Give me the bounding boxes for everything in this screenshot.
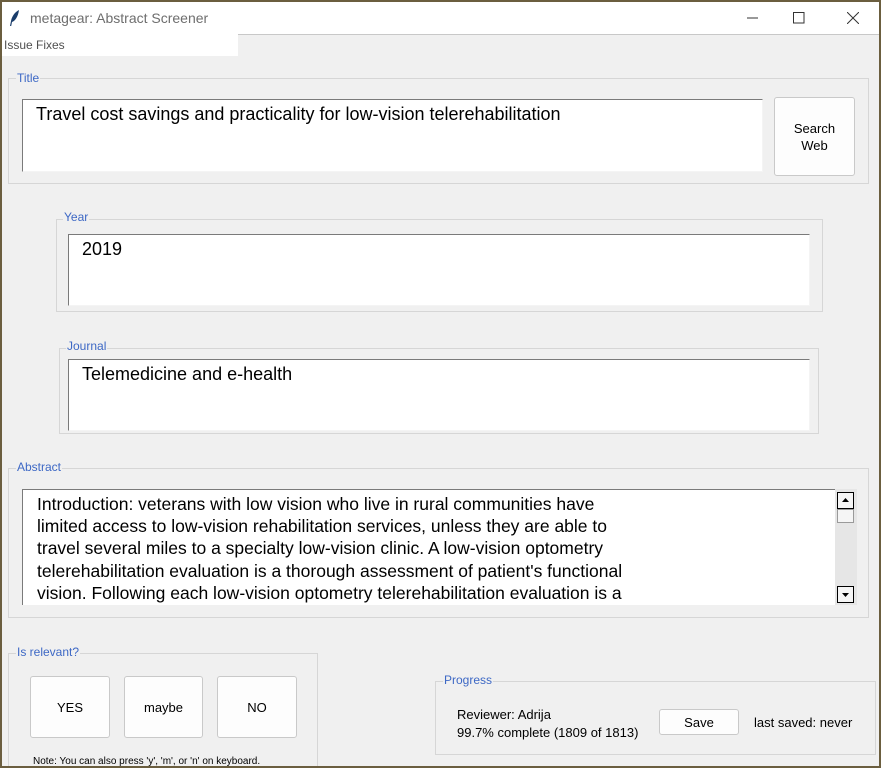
journal-legend: Journal — [66, 339, 108, 353]
year-legend: Year — [63, 210, 90, 224]
search-web-label: Search Web — [793, 120, 836, 153]
title-field[interactable]: Travel cost savings and practicality for… — [22, 99, 763, 172]
minimize-button[interactable] — [730, 2, 776, 34]
maximize-icon — [793, 12, 805, 24]
abstract-legend: Abstract — [16, 460, 63, 474]
abstract-line: travel several miles to a specialty low-… — [37, 538, 604, 559]
abstract-field[interactable]: Introduction: veterans with low vision w… — [22, 489, 835, 605]
arrow-down-icon — [842, 593, 849, 597]
year-value: 2019 — [82, 239, 123, 259]
scroll-thumb[interactable] — [837, 509, 854, 523]
scroll-up-button[interactable] — [837, 492, 854, 509]
app-window: metagear: Abstract Screener Issue Fixes … — [0, 0, 881, 768]
search-web-button[interactable]: Search Web — [774, 97, 855, 176]
scroll-down-button[interactable] — [837, 586, 854, 603]
maximize-button[interactable] — [776, 2, 822, 34]
minimize-icon — [747, 17, 758, 19]
relevance-legend: Is relevant? — [16, 645, 81, 659]
menu-issue-fixes[interactable]: Issue Fixes — [4, 38, 65, 52]
yes-label: YES — [56, 699, 83, 715]
maybe-button[interactable]: maybe — [124, 676, 203, 738]
close-icon — [847, 12, 859, 24]
title-legend: Title — [16, 71, 41, 85]
yes-button[interactable]: YES — [30, 676, 110, 738]
save-label: Save — [684, 714, 714, 730]
arrow-up-icon — [842, 498, 849, 502]
menu-divider — [238, 34, 879, 35]
close-button[interactable] — [830, 2, 876, 34]
title-bar[interactable]: metagear: Abstract Screener — [2, 2, 879, 34]
journal-value: Telemedicine and e-health — [82, 364, 293, 384]
progress-legend: Progress — [443, 673, 494, 687]
window-title: metagear: Abstract Screener — [30, 10, 209, 26]
progress-status: 99.7% complete (1809 of 1813) — [457, 725, 639, 740]
abstract-scrollbar[interactable] — [835, 489, 857, 605]
abstract-line: vision. Following each low-vision optome… — [37, 582, 622, 603]
reviewer-label: Reviewer: Adrija — [457, 707, 551, 722]
feather-icon — [10, 10, 19, 26]
keyboard-note: Note: You can also press 'y', 'm', or 'n… — [33, 756, 261, 767]
year-field[interactable]: 2019 — [68, 234, 810, 306]
abstract-line: telerehabilitation evaluation is a thoro… — [37, 560, 623, 581]
save-button[interactable]: Save — [659, 709, 739, 735]
abstract-line: Introduction: veterans with low vision w… — [37, 494, 595, 514]
journal-field[interactable]: Telemedicine and e-health — [68, 359, 810, 431]
maybe-label: maybe — [143, 699, 184, 715]
no-button[interactable]: NO — [217, 676, 297, 738]
no-label: NO — [247, 699, 267, 715]
abstract-text: Introduction: veterans with low vision w… — [37, 493, 727, 604]
last-saved-status: last saved: never — [754, 715, 853, 730]
abstract-line: limited access to low-vision rehabilitat… — [37, 516, 607, 537]
title-value: Travel cost savings and practicality for… — [36, 104, 561, 124]
